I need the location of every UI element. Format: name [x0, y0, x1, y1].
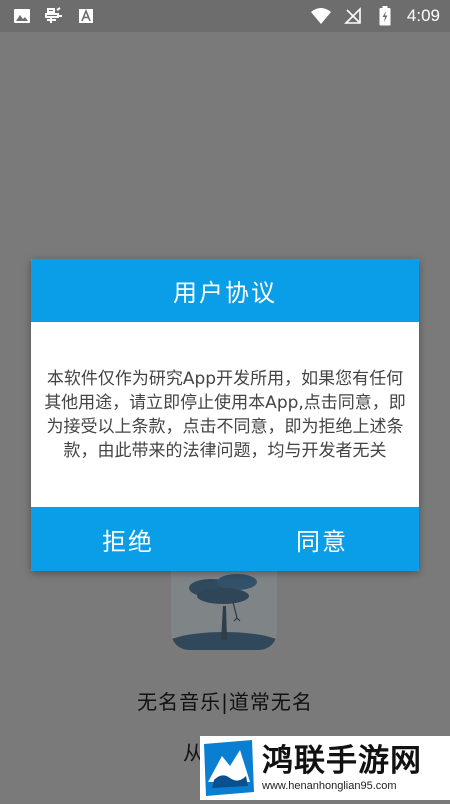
text-a-icon — [76, 6, 96, 26]
app-logo — [171, 566, 277, 650]
watermark: 鸿联手游网 www.henanhonglian95.com — [200, 736, 450, 800]
reject-button[interactable]: 拒绝 — [31, 507, 225, 571]
status-bar-left — [12, 6, 96, 26]
no-signal-icon — [343, 6, 363, 26]
watermark-title: 鸿联手游网 — [262, 743, 422, 779]
status-bar: 4:09 — [0, 0, 450, 32]
dialog-title: 用户协议 — [173, 279, 277, 307]
dialog-header: 用户协议 — [31, 259, 419, 322]
wifi-icon — [310, 6, 331, 26]
agree-button[interactable]: 同意 — [225, 507, 419, 571]
watermark-logo-icon — [200, 736, 258, 800]
status-bar-right: 4:09 — [310, 6, 440, 26]
user-agreement-dialog: 用户协议 本软件仅作为研究App开发所用，如果您有任何其他用途，请立即停止使用本… — [31, 259, 419, 571]
dialog-message: 本软件仅作为研究App开发所用，如果您有任何其他用途，请立即停止使用本App,点… — [44, 368, 406, 461]
status-time: 4:09 — [406, 6, 440, 25]
app-title: 无名音乐|道常无名 — [137, 690, 313, 714]
battery-charging-icon — [375, 6, 395, 26]
bug-icon — [44, 6, 64, 26]
dialog-body: 本软件仅作为研究App开发所用，如果您有任何其他用途，请立即停止使用本App,点… — [31, 322, 419, 507]
watermark-url: www.henanhonglian95.com — [262, 780, 397, 792]
dialog-footer: 拒绝 同意 — [31, 507, 419, 571]
watermark-texts: 鸿联手游网 www.henanhonglian95.com — [258, 743, 422, 793]
image-icon — [12, 6, 32, 26]
